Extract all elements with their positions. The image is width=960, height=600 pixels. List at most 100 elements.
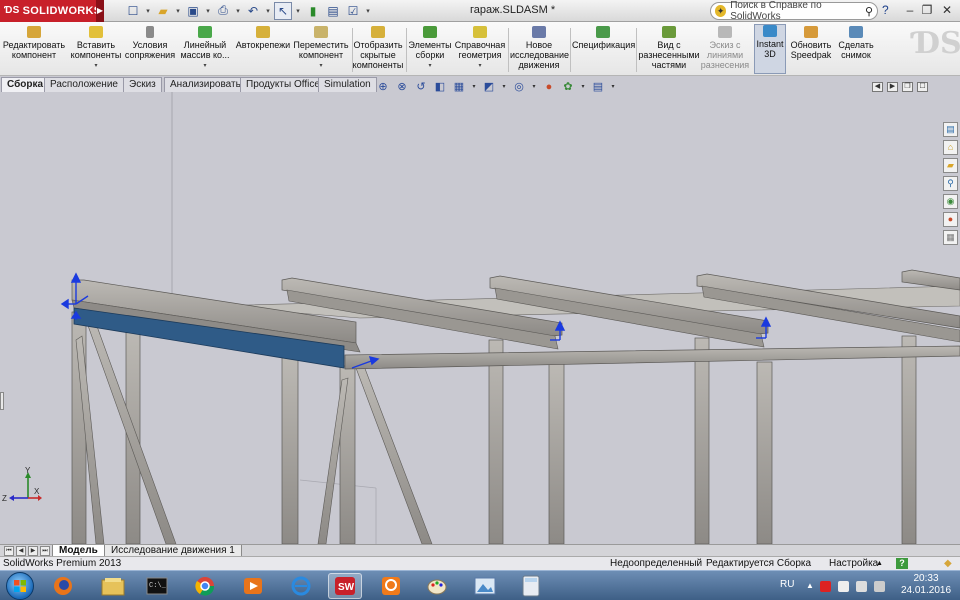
new-motion-study-button[interactable]: Новое исследование движения	[510, 26, 569, 74]
tag-icon[interactable]: ◆	[944, 557, 952, 570]
help-search-input[interactable]: ✦ Поиск в Справке по SolidWorks ⚲	[710, 0, 878, 22]
viewport-forward-icon[interactable]: ▶	[887, 82, 898, 92]
tab-evaluate[interactable]: Анализировать	[164, 77, 247, 92]
dropdown-icon[interactable]: ▾	[292, 61, 350, 71]
rebuild-traffic-light-icon[interactable]: ▮	[304, 2, 322, 20]
file-properties-icon[interactable]: ▤	[324, 2, 342, 20]
file-explorer-icon[interactable]	[96, 573, 130, 599]
internet-explorer-icon[interactable]	[284, 573, 318, 599]
view-palette-icon[interactable]: ◉	[943, 194, 958, 209]
language-indicator[interactable]: RU	[780, 579, 794, 590]
new-document-icon[interactable]: ☐	[124, 2, 142, 20]
menu-expand-icon[interactable]: ▶	[96, 0, 104, 22]
search-results-icon[interactable]: ⚲	[943, 176, 958, 191]
help-button[interactable]: ?	[882, 3, 889, 17]
smart-fasteners-button[interactable]: Автокрепежи	[234, 26, 292, 74]
reference-geometry-button[interactable]: Справочная геометрия ▾	[454, 26, 506, 74]
tab-simulation[interactable]: Simulation	[318, 77, 377, 92]
show-hidden-components-button[interactable]: Отобразить скрытые компоненты	[352, 26, 404, 74]
select-cursor-icon[interactable]: ↖	[274, 1, 292, 20]
media-player-icon[interactable]	[236, 573, 270, 599]
print-dropdown-icon[interactable]: ▾	[234, 7, 242, 15]
select-dropdown-icon[interactable]: ▾	[294, 7, 302, 15]
garage-frame-model[interactable]	[0, 92, 960, 544]
system-clock[interactable]: 20:33 24.01.2016	[896, 573, 956, 597]
show-hidden-icons-icon[interactable]: ▲	[806, 581, 814, 590]
quick-tips-button[interactable]: ?	[896, 558, 908, 569]
diagonal-brace[interactable]	[355, 365, 433, 544]
save-icon[interactable]: ▣	[184, 2, 202, 20]
solidworks-logo[interactable]: ƊS SOLIDWORKS	[0, 0, 101, 22]
move-component-button[interactable]: Переместить компонент ▾	[292, 26, 350, 74]
solidworks-resources-icon[interactable]: ▤	[943, 122, 958, 137]
column[interactable]	[756, 361, 773, 544]
volume-icon[interactable]	[874, 581, 885, 592]
take-snapshot-button[interactable]: Сделать снимок	[836, 26, 876, 74]
undo-dropdown-icon[interactable]: ▾	[264, 7, 272, 15]
restore-icon[interactable]: ❐	[920, 3, 934, 17]
prev-tab-icon[interactable]: ◀	[16, 546, 26, 556]
paint-icon[interactable]	[420, 573, 454, 599]
first-tab-icon[interactable]: ⏮	[4, 546, 14, 556]
insert-components-button[interactable]: Вставить компоненты ▾	[68, 26, 124, 74]
assembly-features-button[interactable]: Элементы сборки ▾	[406, 26, 454, 74]
update-speedpak-button[interactable]: Обновить Speedpak	[788, 26, 834, 74]
linear-pattern-button[interactable]: Линейный массив ко... ▾	[178, 26, 232, 74]
firefox-icon[interactable]	[46, 573, 80, 599]
tray-app-icon[interactable]	[820, 581, 831, 592]
network-icon[interactable]	[856, 581, 867, 592]
calculator-icon[interactable]	[514, 573, 548, 599]
instant-3d-button[interactable]: Instant 3D	[754, 24, 786, 74]
options-dropdown-icon[interactable]: ▾	[364, 7, 372, 15]
last-tab-icon[interactable]: ⏭	[40, 546, 50, 556]
column[interactable]	[488, 339, 504, 544]
explode-line-sketch-button[interactable]: Эскиз с линиями разнесения	[700, 26, 750, 74]
pdf-tool-icon[interactable]	[374, 573, 408, 599]
viewport-restore-icon[interactable]: ❐	[902, 82, 913, 92]
start-button[interactable]	[6, 572, 34, 600]
feature-manager-toggle[interactable]	[0, 392, 4, 410]
column[interactable]	[901, 335, 917, 544]
open-folder-icon[interactable]: ▰	[154, 2, 172, 20]
appearances-icon[interactable]: ●	[943, 212, 958, 227]
eave-beam[interactable]	[344, 345, 960, 370]
tray-flag-icon[interactable]	[838, 581, 849, 592]
column[interactable]	[281, 355, 299, 544]
tab-sketch[interactable]: Эскиз	[123, 77, 162, 92]
custom-properties-icon[interactable]: ▦	[943, 230, 958, 245]
minimize-icon[interactable]: –	[903, 3, 917, 17]
dropdown-icon[interactable]: ▾	[68, 61, 124, 71]
undo-icon[interactable]: ↶	[244, 2, 262, 20]
dropdown-icon[interactable]: ▾	[454, 61, 506, 71]
mate-button[interactable]: Условия сопряжения	[124, 26, 176, 74]
next-tab-icon[interactable]: ▶	[28, 546, 38, 556]
solidworks-taskbar-icon[interactable]: SW	[328, 573, 362, 599]
options-icon[interactable]: ☑	[344, 2, 362, 20]
viewport-maximize-icon[interactable]: ☐	[917, 82, 928, 92]
dropdown-icon[interactable]: ▾	[178, 61, 232, 71]
save-dropdown-icon[interactable]: ▾	[204, 7, 212, 15]
search-icon[interactable]: ⚲	[865, 5, 873, 18]
edit-component-button[interactable]: Редактировать компонент	[2, 26, 66, 74]
tab-office-products[interactable]: Продукты Office	[240, 77, 326, 92]
image-viewer-icon[interactable]	[468, 573, 502, 599]
graphics-area[interactable]	[0, 92, 960, 544]
column[interactable]	[694, 337, 710, 544]
close-icon[interactable]: ✕	[940, 3, 954, 17]
viewport-back-icon[interactable]: ◀	[872, 82, 883, 92]
open-dropdown-icon[interactable]: ▾	[174, 7, 182, 15]
customize-dropdown-icon[interactable]: ▲	[876, 557, 883, 570]
command-prompt-icon[interactable]: C:\_	[140, 573, 174, 599]
file-explorer-icon[interactable]: ▰	[943, 158, 958, 173]
design-library-icon[interactable]: ⌂	[943, 140, 958, 155]
print-icon[interactable]: ⎙	[214, 2, 232, 20]
tab-layout[interactable]: Расположение	[44, 77, 124, 92]
tab-assembly[interactable]: Сборка	[1, 77, 50, 92]
new-dropdown-icon[interactable]: ▾	[144, 7, 152, 15]
chrome-icon[interactable]	[188, 573, 222, 599]
column[interactable]	[548, 363, 565, 544]
dropdown-icon[interactable]: ▾	[406, 61, 454, 71]
bill-of-materials-button[interactable]: Спецификация	[572, 26, 635, 74]
exploded-view-button[interactable]: Вид с разнесенными частями	[638, 26, 700, 74]
customize-button[interactable]: Настройка	[829, 557, 878, 570]
